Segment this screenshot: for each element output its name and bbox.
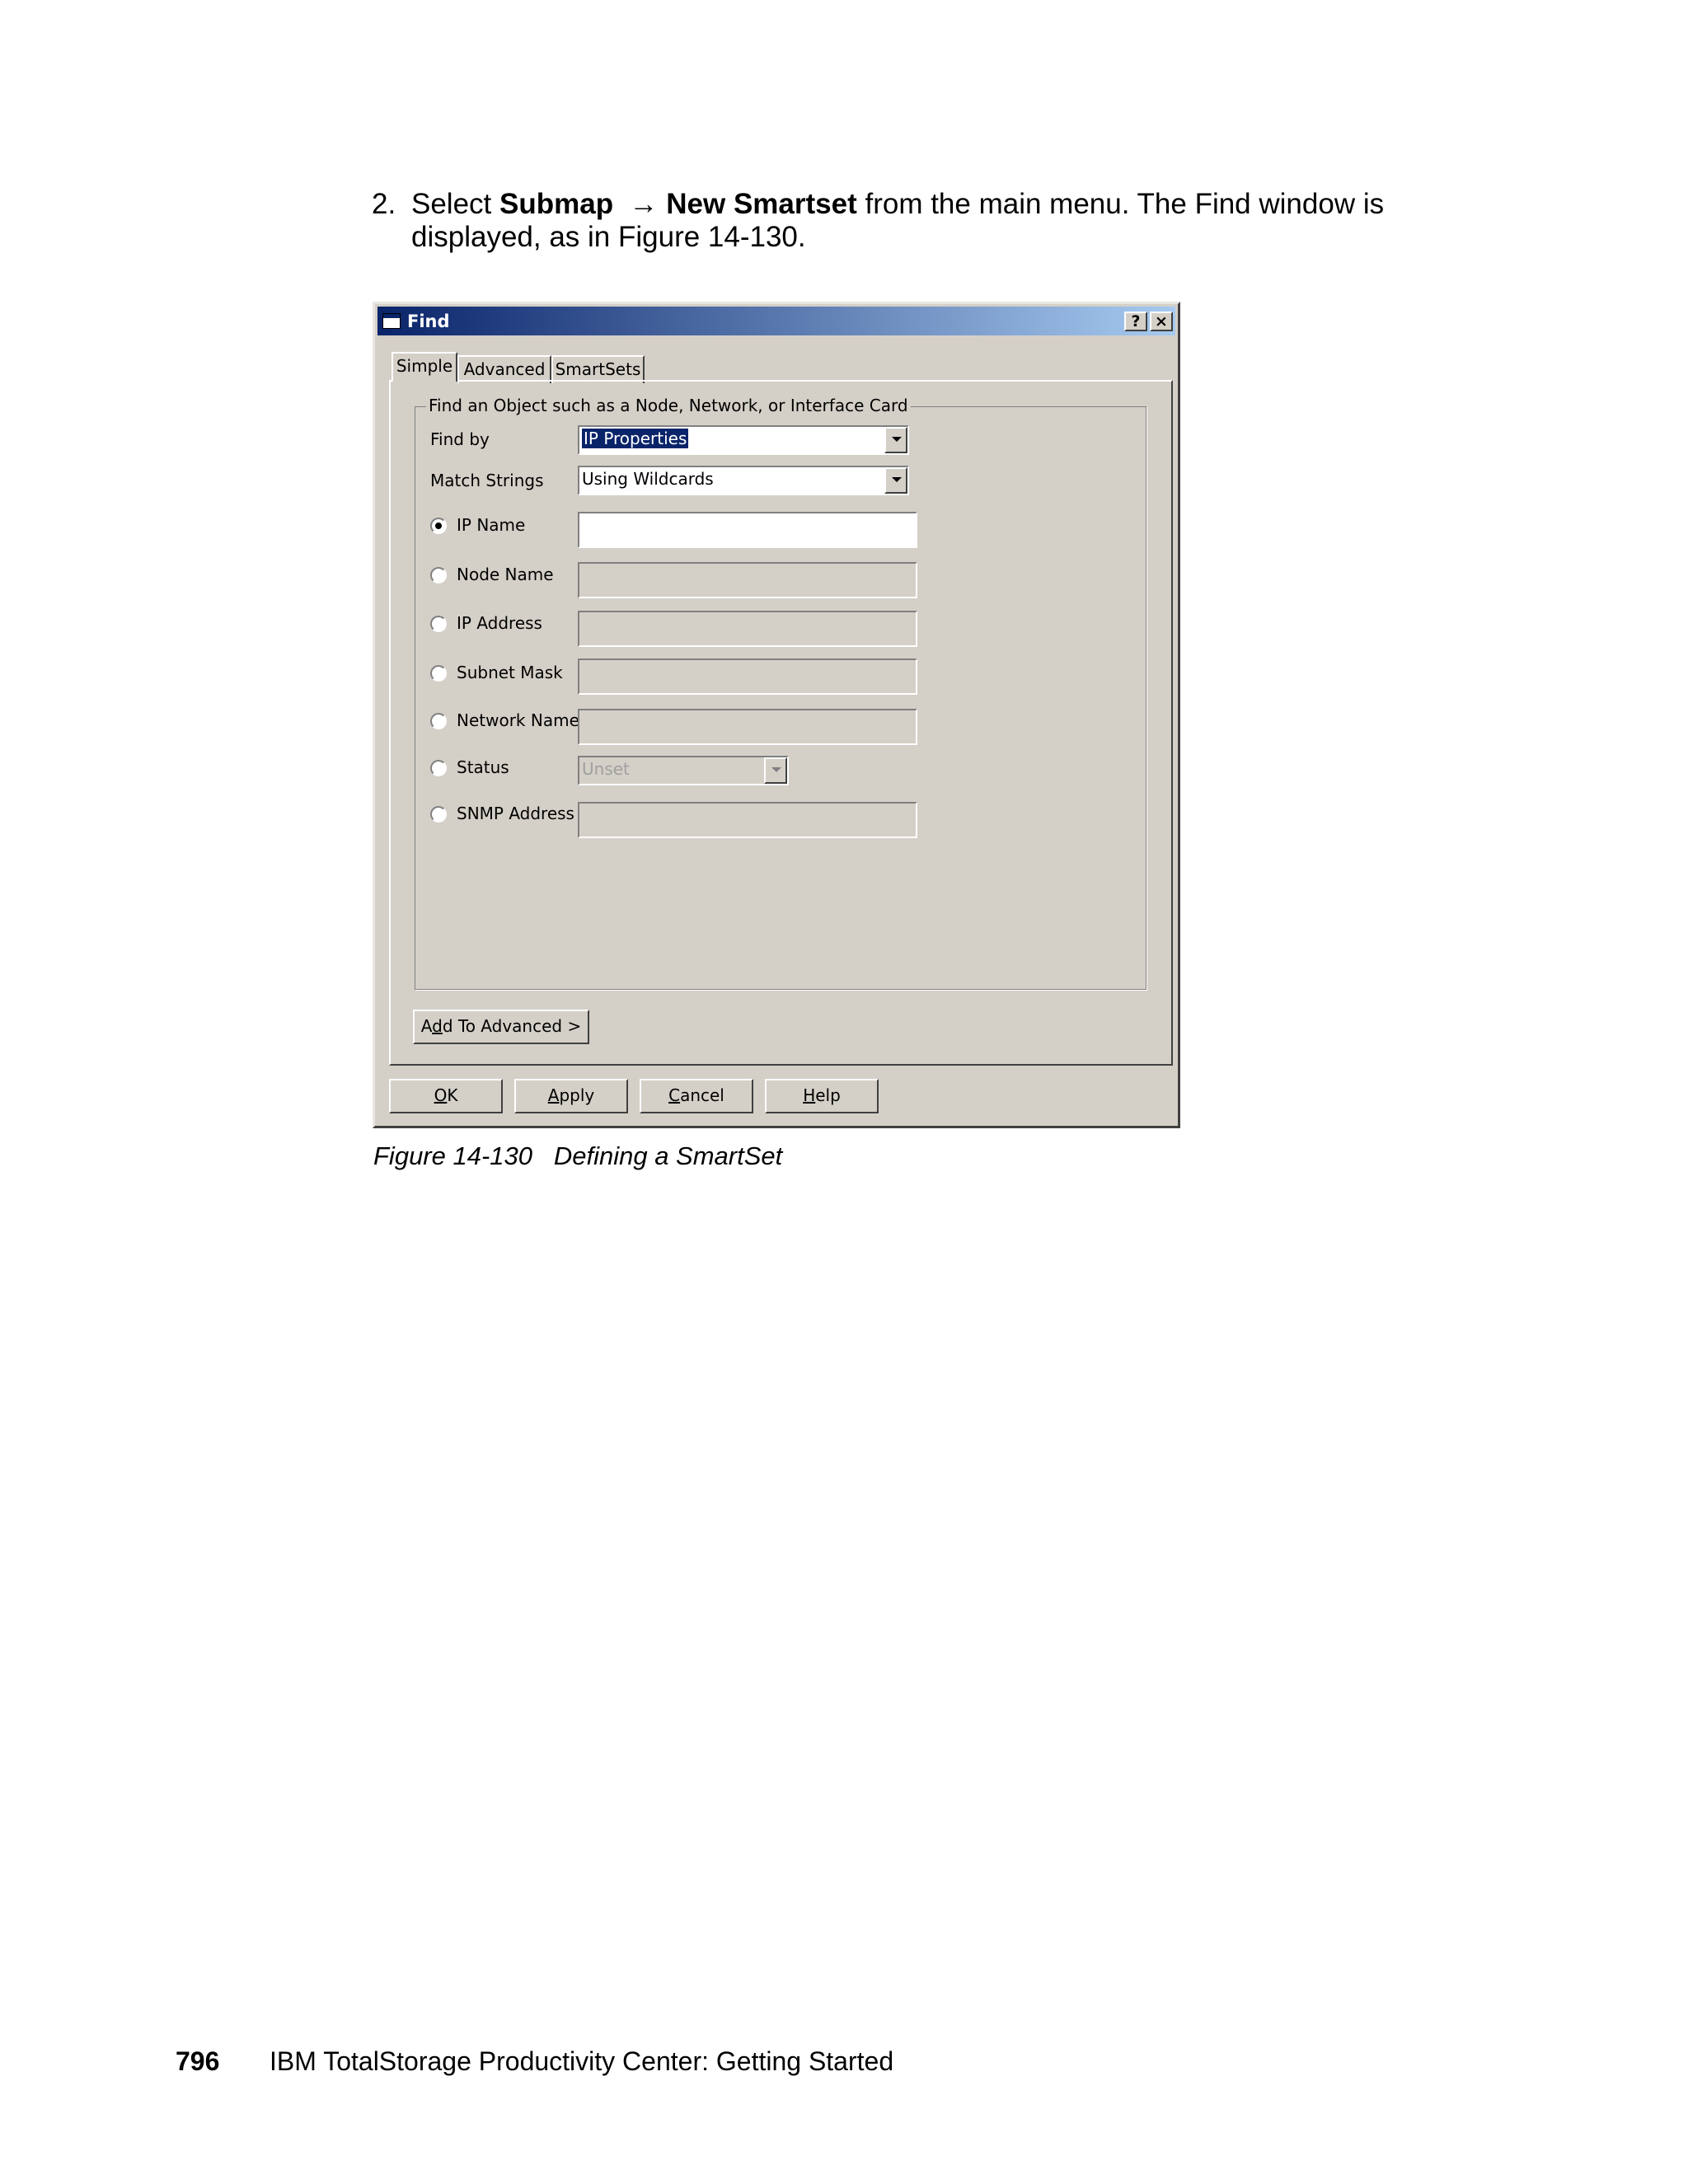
ip-address-field[interactable] [578,611,917,647]
ip-name-field[interactable] [578,512,917,548]
tab-simple[interactable]: Simple [392,352,457,382]
radio-snmp-address[interactable] [430,806,447,823]
radio-status[interactable] [430,760,447,776]
title-bar[interactable]: Find ? × [377,307,1175,335]
menu-item-new-smartset: New Smartset [666,188,857,220]
ip-address-label: IP Address [457,613,542,633]
figure-caption: Figure 14-130 Defining a SmartSet [373,1141,783,1170]
arrow-icon: → [629,188,659,220]
apply-button[interactable]: Apply [514,1079,628,1113]
dialog-title: Find [407,312,450,331]
network-name-label: Network Name [457,710,579,730]
page-number: 796 [176,2046,220,2076]
snmp-address-field[interactable] [578,802,917,838]
ok-button[interactable]: OK [389,1079,503,1113]
window-icon [382,313,401,329]
node-name-label: Node Name [457,565,554,584]
node-name-field[interactable] [578,562,917,598]
network-name-field[interactable] [578,709,917,745]
status-value: Unset [582,759,630,779]
status-label: Status [457,757,509,777]
find-by-value: IP Properties [580,428,690,449]
match-strings-select[interactable]: Using Wildcards [578,466,909,495]
chevron-down-icon[interactable] [764,757,787,784]
tab-advanced[interactable]: Advanced [457,355,551,383]
step-number: 2. [372,188,396,220]
find-by-select[interactable]: IP Properties [578,425,909,455]
radio-subnet-mask[interactable] [430,665,447,682]
book-title: IBM TotalStorage Productivity Center: Ge… [270,2046,894,2076]
chevron-down-icon[interactable] [884,427,907,453]
find-by-label: Find by [430,429,490,449]
ip-name-label: IP Name [457,515,526,535]
help-button[interactable]: Help [765,1079,879,1113]
subnet-mask-field[interactable] [578,658,917,695]
snmp-address-label: SNMP Address [457,804,574,823]
group-label: Find an Object such as a Node, Network, … [426,396,911,415]
menu-item-submap: Submap [499,188,614,220]
radio-ip-name[interactable] [430,518,447,534]
step-text: Select Submap → New Smartset from the ma… [411,188,1385,253]
help-title-button[interactable]: ? [1124,312,1147,331]
status-select[interactable]: Unset [578,756,789,785]
close-icon[interactable]: × [1150,312,1173,331]
tab-smartsets[interactable]: SmartSets [551,355,645,383]
match-strings-value: Using Wildcards [582,469,714,489]
chevron-down-icon[interactable] [884,467,907,494]
radio-node-name[interactable] [430,567,447,583]
subnet-mask-label: Subnet Mask [457,663,563,682]
add-to-advanced-button[interactable]: Add To Advanced > [413,1010,589,1044]
match-strings-label: Match Strings [430,471,544,490]
cancel-button[interactable]: Cancel [640,1079,753,1113]
radio-ip-address[interactable] [430,616,447,632]
radio-network-name[interactable] [430,713,447,729]
find-dialog: Find ? × Simple Advanced SmartSets Find … [373,302,1180,1128]
